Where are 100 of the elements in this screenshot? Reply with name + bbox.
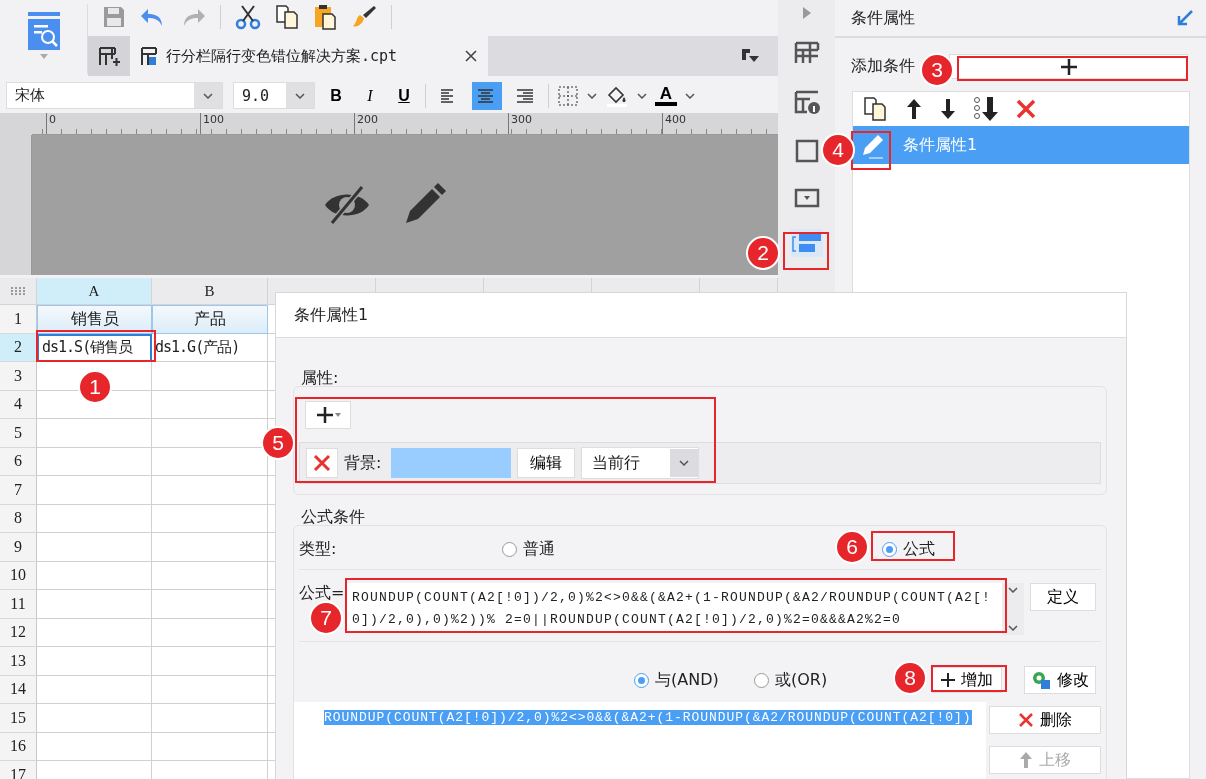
table-cell[interactable] (152, 704, 268, 733)
caret-icon[interactable] (685, 92, 695, 99)
edit-button[interactable]: 编辑 (517, 448, 576, 478)
table-cell[interactable] (152, 504, 268, 533)
caret-icon[interactable] (587, 92, 597, 99)
table-cell[interactable]: ds1.G(产品) (152, 333, 268, 362)
table-cell[interactable] (152, 362, 268, 391)
table-cell[interactable] (37, 561, 152, 590)
caret-icon[interactable] (1008, 625, 1018, 631)
row-header[interactable]: 17 (0, 761, 37, 779)
row-header[interactable]: 9 (0, 533, 37, 562)
table-cell[interactable] (37, 419, 152, 448)
select-all-corner[interactable] (0, 278, 37, 305)
grid-plus-icon[interactable] (98, 45, 120, 67)
underline-button[interactable]: U (391, 82, 417, 109)
table-cell[interactable] (37, 732, 152, 761)
caret-icon[interactable] (637, 92, 647, 99)
row-header[interactable]: 3 (0, 362, 37, 391)
row-header[interactable]: 11 (0, 590, 37, 619)
arrow-down-icon[interactable] (939, 97, 957, 121)
document-tab[interactable]: 行分栏隔行变色错位解决方案.cpt (130, 36, 488, 76)
formula-field[interactable]: ROUNDUP(COUNT(A2[!0])/2,0)%2<>0&&(&A2+(1-ROUNDUP(&A2/ROUNDUP(COUNT(A2[!0])/2,0),0)%2))% 2=0||ROUNDUP(COUNT(A2[!0])/2,0)%2=0&&&A2%2=0 (346, 583, 1002, 633)
close-icon[interactable] (464, 49, 478, 63)
report-search-icon[interactable] (25, 12, 62, 50)
row-header[interactable]: 15 (0, 704, 37, 733)
plus-icon[interactable] (315, 406, 334, 424)
plus-icon[interactable] (1059, 57, 1078, 76)
define-button[interactable]: 定义 (1030, 583, 1096, 611)
align-right-icon[interactable] (515, 87, 535, 104)
column-header[interactable]: A (37, 278, 152, 305)
table-cell[interactable] (152, 533, 268, 562)
caret-icon[interactable] (203, 92, 213, 99)
table-cell[interactable] (152, 618, 268, 647)
row-header[interactable]: 7 (0, 476, 37, 505)
table-cell[interactable] (37, 590, 152, 619)
bold-button[interactable]: B (323, 82, 349, 109)
row-header[interactable]: 5 (0, 419, 37, 448)
font-size-select[interactable]: 9.0 (233, 82, 315, 109)
column-header[interactable]: B (152, 278, 268, 305)
radio-button[interactable] (634, 672, 649, 688)
fill-bucket-icon[interactable] (605, 84, 629, 107)
eye-slash-icon[interactable] (322, 183, 372, 227)
caret-icon[interactable] (295, 92, 305, 99)
border-icon[interactable] (557, 84, 579, 107)
row-header[interactable]: 12 (0, 618, 37, 647)
modify-button[interactable]: 修改 (1024, 666, 1096, 694)
row-header[interactable]: 13 (0, 647, 37, 676)
caret-icon[interactable] (679, 460, 690, 466)
arrow-up-icon[interactable] (905, 97, 923, 121)
table-cell[interactable] (37, 476, 152, 505)
font-select[interactable]: 宋体 (6, 82, 223, 109)
row-header[interactable]: 1 (0, 305, 37, 334)
row-header[interactable]: 8 (0, 504, 37, 533)
copy-icon[interactable] (863, 96, 889, 122)
table-cell[interactable] (152, 647, 268, 676)
corner-menu-icon[interactable] (740, 48, 760, 64)
delete-icon[interactable] (1018, 712, 1034, 728)
expand-arrow-icon[interactable] (801, 6, 812, 20)
font-color-button[interactable]: A (655, 85, 677, 106)
scrollbar[interactable] (1002, 583, 1024, 635)
row-header[interactable]: 16 (0, 732, 37, 761)
table-cell[interactable] (37, 504, 152, 533)
row-header[interactable]: 10 (0, 561, 37, 590)
delete-icon[interactable] (313, 454, 331, 472)
copy-icon[interactable] (275, 4, 299, 30)
delete-icon[interactable] (1015, 98, 1037, 120)
add-button[interactable]: 增加 (932, 667, 1002, 693)
table-cell[interactable] (37, 618, 152, 647)
report-file-icon[interactable] (140, 46, 158, 66)
table-cell[interactable] (152, 476, 268, 505)
italic-button[interactable]: I (357, 82, 383, 109)
caret-icon[interactable] (1008, 587, 1018, 593)
scope-select[interactable]: 当前行 (581, 447, 700, 479)
color-swatch[interactable] (391, 448, 512, 478)
remove-property-button[interactable] (306, 448, 338, 478)
table-cell[interactable] (152, 590, 268, 619)
table-cell[interactable] (37, 647, 152, 676)
align-button[interactable] (472, 81, 502, 110)
table-cell[interactable] (37, 704, 152, 733)
table-cell[interactable] (37, 533, 152, 562)
table-cell[interactable] (152, 561, 268, 590)
add-property-button[interactable] (305, 401, 351, 429)
delete-button[interactable]: 删除 (989, 706, 1101, 734)
row-header[interactable]: 14 (0, 675, 37, 704)
table-cell[interactable]: ds1.S(销售员 (37, 333, 152, 362)
save-icon[interactable] (102, 5, 126, 29)
cut-icon[interactable] (235, 4, 261, 30)
row-header[interactable]: 6 (0, 447, 37, 476)
radio-button[interactable] (882, 542, 897, 557)
row-header[interactable]: 4 (0, 390, 37, 419)
radio-button[interactable] (754, 672, 769, 688)
move-bottom-icon[interactable] (973, 96, 999, 122)
caret-icon[interactable] (334, 413, 341, 417)
table-cell[interactable] (152, 675, 268, 704)
table-cell[interactable] (152, 390, 268, 419)
table-cell[interactable] (37, 675, 152, 704)
table-cell[interactable]: 产品 (152, 305, 268, 334)
new-template-button[interactable] (88, 36, 130, 76)
table-cell[interactable] (37, 447, 152, 476)
collapse-arrow-icon[interactable] (1176, 9, 1194, 27)
